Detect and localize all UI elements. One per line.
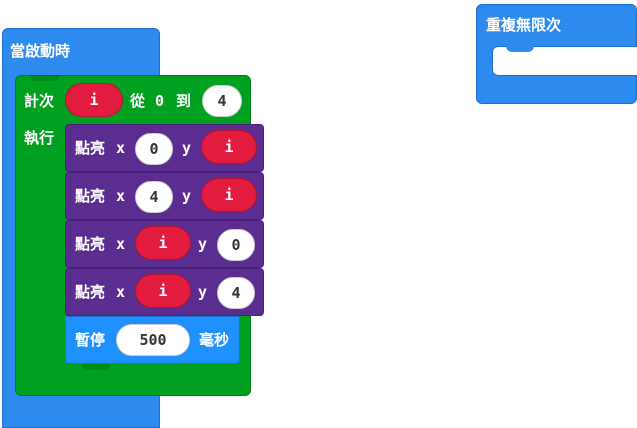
plot-y-label: y	[182, 139, 192, 157]
plot-x-input[interactable]: 4	[135, 181, 173, 213]
plot-x-label: x	[116, 139, 126, 157]
plot-label: 點亮	[75, 283, 106, 301]
plot-y-variable[interactable]: i	[201, 178, 257, 212]
for-loop-to-label: 到	[176, 92, 192, 110]
for-loop-from-label: 從	[130, 92, 146, 110]
loop-variable-dropdown[interactable]: i	[65, 83, 123, 117]
plot-x-input[interactable]: 0	[135, 133, 173, 165]
plot-label: 點亮	[75, 235, 106, 253]
plot-label: 點亮	[75, 139, 106, 157]
for-loop-from-value: 0	[155, 92, 165, 110]
for-loop-top-notch	[30, 75, 60, 81]
plot-label: 點亮	[75, 187, 106, 205]
plot-y-variable[interactable]: i	[201, 130, 257, 164]
for-loop-to-input[interactable]: 4	[202, 85, 242, 117]
plot-x-label: x	[116, 187, 126, 205]
plot-x-variable[interactable]: i	[135, 226, 191, 260]
plot-y-label: y	[182, 187, 192, 205]
plot-y-label: y	[198, 283, 208, 301]
plot-y-label: y	[198, 235, 208, 253]
for-loop-do-label: 執行	[24, 129, 55, 147]
plot-y-input[interactable]: 0	[217, 229, 255, 261]
forever-label: 重複無限次	[486, 16, 562, 34]
for-loop-count-label: 計次	[24, 92, 55, 110]
pause-label: 暫停	[75, 331, 106, 349]
forever-slot-notch	[506, 46, 534, 52]
on-start-label: 當啟動時	[10, 42, 71, 60]
plot-x-variable[interactable]: i	[135, 274, 191, 308]
plot-x-label: x	[116, 235, 126, 253]
plot-x-label: x	[116, 283, 126, 301]
pause-unit-label: 毫秒	[199, 331, 230, 349]
pause-ms-input[interactable]: 500	[116, 324, 190, 356]
pause-bottom-notch	[82, 364, 110, 370]
plot-y-input[interactable]: 4	[217, 277, 255, 309]
